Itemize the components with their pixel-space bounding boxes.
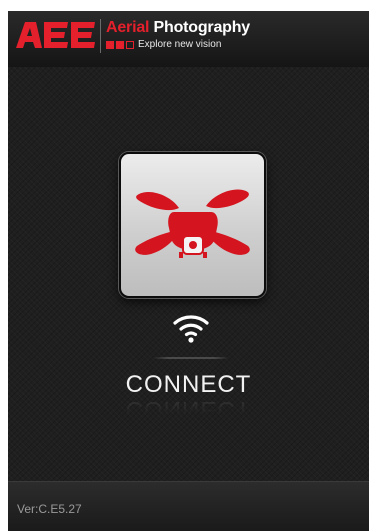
drone-connect-tile[interactable] (119, 152, 266, 298)
subtitle-row: Explore new vision (106, 39, 221, 51)
logo-squares-icon (106, 41, 134, 49)
wifi-icon (173, 315, 209, 343)
drone-icon (135, 189, 250, 258)
app-screen: Aerial Photography Explore new vision CO… (8, 11, 369, 531)
logo-separator (100, 19, 101, 53)
connect-reflection: CONNECT (125, 396, 252, 423)
footer-bar: Ver:C.E5.27 (8, 481, 369, 531)
app-title-photography: Photography (153, 19, 251, 36)
divider-line (153, 357, 229, 359)
header-bar: Aerial Photography Explore new vision (8, 11, 369, 67)
aee-logo (16, 22, 95, 48)
app-subtitle: Explore new vision (138, 39, 222, 50)
app-title-aerial: Aerial (106, 19, 150, 36)
app-title: Aerial Photography (106, 19, 250, 37)
version-label: Ver:C.E5.27 (17, 502, 82, 516)
